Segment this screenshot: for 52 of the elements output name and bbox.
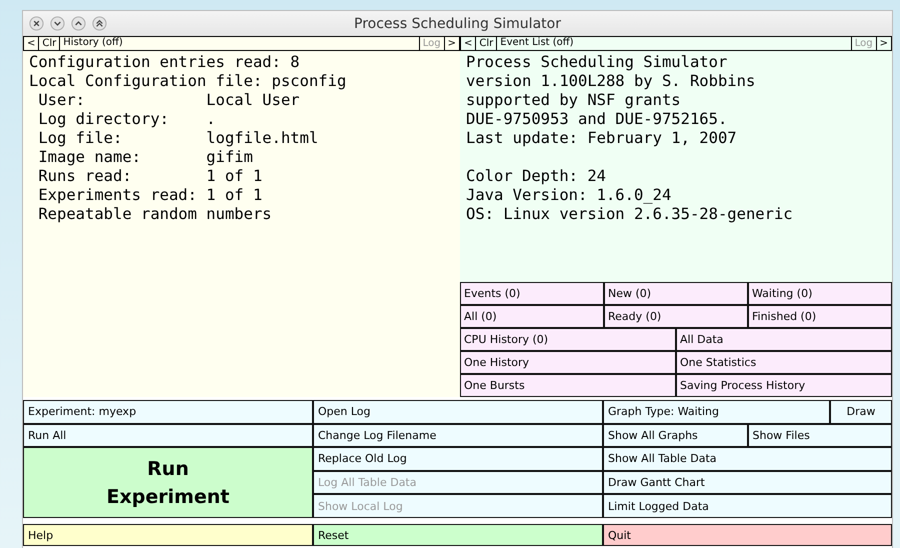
control-button[interactable]: Run All <box>23 424 313 448</box>
maximize-icon[interactable] <box>71 16 86 31</box>
info-line: Java Version: 1.6.0_24 <box>466 186 672 204</box>
info-line: Color Depth: 24 <box>466 167 606 185</box>
window-title: Process Scheduling Simulator <box>354 16 561 32</box>
info-line: version 1.100L288 by S. Robbins <box>466 72 756 90</box>
view-button[interactable]: All (0) <box>460 305 604 328</box>
view-button[interactable]: All Data <box>676 328 892 351</box>
footer-button[interactable]: Help <box>23 524 313 546</box>
view-button[interactable]: New (0) <box>604 282 748 305</box>
info-line: Experiments read: 1 of 1 <box>37 186 262 204</box>
panel-title: History (off) <box>62 37 124 50</box>
control-button[interactable]: Draw <box>830 400 892 424</box>
view-button[interactable]: Waiting (0) <box>748 282 892 305</box>
control-button[interactable]: Replace Old Log <box>313 447 603 471</box>
info-line: Log file: logfile.html <box>37 129 318 147</box>
info-line: supported by NSF grants <box>466 91 681 109</box>
panel-title: Event List (off) <box>499 37 575 50</box>
info-line: Repeatable random numbers <box>37 205 272 223</box>
control-button[interactable]: Experiment: myexp <box>23 400 313 424</box>
close-icon[interactable] <box>29 16 44 31</box>
control-button[interactable]: Show All Table Data <box>603 447 892 471</box>
info-line: Log directory: . <box>37 110 216 128</box>
view-button[interactable]: Saving Process History <box>676 374 892 397</box>
view-button[interactable]: One Statistics <box>676 351 892 374</box>
control-button[interactable]: Show All Graphs <box>603 424 748 448</box>
info-line: Runs read: 1 of 1 <box>37 167 262 185</box>
minimize-icon[interactable] <box>50 16 65 31</box>
control-button[interactable]: Draw Gantt Chart <box>603 470 892 494</box>
control-button[interactable]: Graph Type: Waiting <box>603 400 830 424</box>
view-button[interactable]: Finished (0) <box>748 305 892 328</box>
footer-button[interactable]: Reset <box>313 524 603 546</box>
view-button[interactable]: CPU History (0) <box>460 328 676 351</box>
view-button[interactable]: Ready (0) <box>604 305 748 328</box>
info-line: Local Configuration file: psconfig <box>29 72 346 90</box>
control-button[interactable]: Limit Logged Data <box>603 494 892 518</box>
footer-button[interactable]: Quit <box>603 524 892 546</box>
info-line: Configuration entries read: 8 <box>29 53 300 71</box>
info-line: User: Local User <box>37 91 300 109</box>
control-button[interactable]: Open Log <box>313 400 603 424</box>
view-button[interactable]: One History <box>460 351 676 374</box>
shade-icon[interactable] <box>92 16 107 31</box>
control-button[interactable]: Show Files <box>748 424 892 448</box>
info-line: OS: Linux version 2.6.35-28-generic <box>466 205 793 223</box>
view-button[interactable]: Events (0) <box>460 282 604 305</box>
info-line: Last update: February 1, 2007 <box>466 129 737 147</box>
run-experiment-button[interactable]: Run Experiment <box>23 447 313 518</box>
control-button[interactable]: Change Log Filename <box>313 424 603 448</box>
info-line: Image name: gifim <box>37 148 253 166</box>
info-line: Process Scheduling Simulator <box>466 53 728 71</box>
info-line: DUE-9750953 and DUE-9752165. <box>466 110 728 128</box>
view-button[interactable]: One Bursts <box>460 374 676 397</box>
